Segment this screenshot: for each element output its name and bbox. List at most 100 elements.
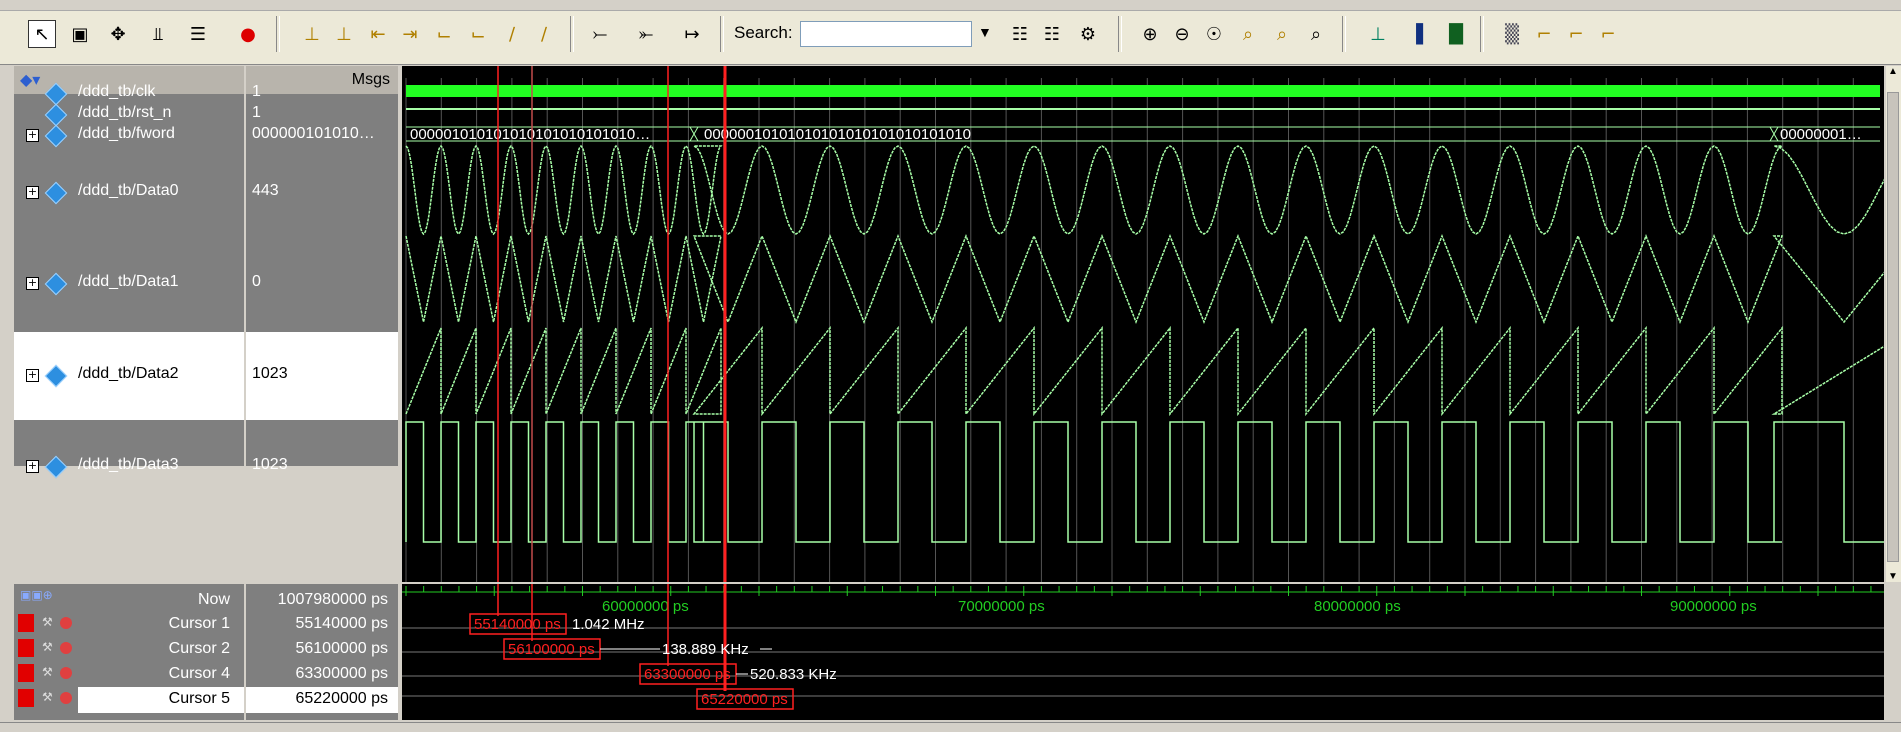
data1-wave <box>405 233 1884 325</box>
wave-format-icon[interactable]: ▒ <box>1498 20 1526 48</box>
wrench-icon[interactable]: ⚒ <box>42 640 53 654</box>
search-input[interactable] <box>800 21 972 47</box>
traffic-light-icon[interactable]: ● <box>234 20 262 48</box>
signal-row[interactable]: /ddd_tb/clk <box>14 82 244 106</box>
cursor-row[interactable]: ⚒ Cursor 2 <box>14 637 244 663</box>
find-last-icon[interactable]: ⌙ <box>464 20 492 48</box>
goto-icon[interactable]: ∕ <box>498 20 526 48</box>
search-dropdown-icon[interactable]: ▼ <box>978 24 992 40</box>
move-icon[interactable]: ✥ <box>104 20 132 48</box>
signal-row[interactable]: + /ddd_tb/Data3 <box>14 455 244 479</box>
bookmark-goto-icon[interactable]: ↦ <box>678 20 706 48</box>
cursor-row-active[interactable]: ⚒ Cursor 5 <box>14 687 244 713</box>
zoom-full-icon[interactable]: ⌕ <box>1302 20 1330 48</box>
wave-block-icon[interactable]: █ <box>1442 20 1470 48</box>
menu-strip <box>0 0 1901 11</box>
clk-wave <box>406 85 1880 97</box>
timeline-canvas[interactable]: 60000000 ps 70000000 ps 80000000 ps 9000000… <box>402 584 1884 720</box>
remove-cursor-icon[interactable] <box>60 617 72 629</box>
scroll-thumb[interactable] <box>1887 92 1899 562</box>
remove-cursor-icon[interactable] <box>60 692 72 704</box>
expand-icon[interactable]: + <box>26 186 39 199</box>
lock-icon[interactable] <box>18 614 34 632</box>
cursor-row[interactable]: ⚒ Cursor 1 <box>14 612 244 638</box>
waveform-canvas[interactable]: 000001010101010101010101010… 000000101010… <box>402 66 1884 582</box>
cursor-name: Cursor 2 <box>168 640 230 657</box>
cursor-row[interactable]: ⚒ Cursor 4 <box>14 662 244 688</box>
search-next-icon[interactable]: ☷ <box>1038 20 1066 48</box>
timeline-label: 60000000 ps <box>602 598 689 615</box>
data0-wave <box>405 144 1884 236</box>
search-label: Search: <box>734 23 793 42</box>
wave-analog-icon[interactable]: ⌐ <box>1530 20 1558 48</box>
goto-last-icon[interactable]: ∕ <box>530 20 558 48</box>
lock-icon[interactable] <box>18 664 34 682</box>
wave-bar-icon[interactable]: ▐ <box>1402 20 1430 48</box>
wave-line-icon[interactable]: ⊥ <box>1364 20 1392 48</box>
signal-row[interactable]: + /ddd_tb/Data1 <box>14 272 244 296</box>
cursor-marker-label: 55140000 ps <box>474 616 561 633</box>
expand-icon[interactable]: + <box>26 129 39 142</box>
expand-icon[interactable]: + <box>26 460 39 473</box>
wrench-icon[interactable]: ⚒ <box>42 665 53 679</box>
lock-icon[interactable] <box>18 689 34 707</box>
expand-icon[interactable]: + <box>26 369 39 382</box>
search-prev-icon[interactable]: ☷ <box>1006 20 1034 48</box>
cursor-timeline-pane[interactable]: 60000000 ps 70000000 ps 80000000 ps 9000000… <box>402 584 1884 720</box>
zoom-fit-icon[interactable]: ☉ <box>1200 20 1228 48</box>
signal-value: 1 <box>252 83 261 100</box>
delete-cursor-icon[interactable]: ⊥ <box>330 20 358 48</box>
signal-icon <box>44 272 68 296</box>
separator <box>276 16 280 52</box>
signal-name: /ddd_tb/rst_n <box>78 104 172 121</box>
now-value: 1007980000 ps <box>277 591 388 608</box>
search-options-icon[interactable]: ⚙ <box>1074 20 1102 48</box>
find-first-icon[interactable]: ⌙ <box>430 20 458 48</box>
waveform-pane[interactable]: 000001010101010101010101010… 000000101010… <box>402 66 1884 582</box>
prev-edge-icon[interactable]: ⇤ <box>364 20 392 48</box>
wave-step-icon[interactable]: ⌐ <box>1562 20 1590 48</box>
signal-value: 1023 <box>252 365 288 382</box>
cursor-marker-label: 65220000 ps <box>701 691 788 708</box>
now-label: Now <box>197 591 230 608</box>
signal-icon <box>44 103 68 127</box>
wave-ramp-icon[interactable]: ⌐ <box>1594 20 1622 48</box>
signal-icon <box>44 364 68 388</box>
zoom-area-icon[interactable]: ▣ <box>66 20 94 48</box>
lock-icon[interactable] <box>18 639 34 657</box>
bookmark-add-icon[interactable]: ⤚ <box>586 20 614 48</box>
wrench-icon[interactable]: ⚒ <box>42 615 53 629</box>
data3-wave <box>405 421 1884 543</box>
scroll-up-icon[interactable]: ▲ <box>1888 66 1898 77</box>
fword-value: 00000001… <box>1780 126 1862 143</box>
signal-row[interactable]: + /ddd_tb/fword <box>14 124 244 148</box>
divider-icon[interactable]: ☰ <box>184 20 212 48</box>
wrench-icon[interactable]: ⚒ <box>42 690 53 704</box>
cursor-delta: 138.889 KHz <box>662 641 749 658</box>
cursor-value: 63300000 ps <box>295 665 388 682</box>
cursor-value: 65220000 ps <box>295 690 388 707</box>
next-edge-icon[interactable]: ⇥ <box>396 20 424 48</box>
signal-icon <box>44 124 68 148</box>
remove-cursor-icon[interactable] <box>60 667 72 679</box>
signal-value: 1 <box>252 104 261 121</box>
zoom-in-icon[interactable]: ⊕ <box>1136 20 1164 48</box>
cursor-toolbar-icon[interactable]: ▣▣⊕ <box>20 588 53 602</box>
zoom-out-icon[interactable]: ⊖ <box>1168 20 1196 48</box>
split-icon[interactable]: ⫫ <box>144 20 172 48</box>
remove-cursor-icon[interactable] <box>60 642 72 654</box>
select-icon[interactable]: ↖ <box>28 20 56 48</box>
signal-row[interactable]: /ddd_tb/rst_n <box>14 103 244 127</box>
cursor-names-pane: ▣▣⊕ Now ⚒ Cursor 1 ⚒ Cursor 2 ⚒ Cursor 4… <box>14 584 244 720</box>
expand-icon[interactable]: + <box>26 277 39 290</box>
scroll-down-icon[interactable]: ▼ <box>1888 571 1898 582</box>
zoom-range-icon[interactable]: ⌕ <box>1268 20 1296 48</box>
signal-row-selected[interactable]: + /ddd_tb/Data2 <box>14 364 244 388</box>
bookmark-remove-icon[interactable]: ⤜ <box>632 20 660 48</box>
zoom-cursor-icon[interactable]: ⌕ <box>1234 20 1262 48</box>
cursor-name: Cursor 1 <box>168 615 230 632</box>
cursor-delta: 1.042 MHz <box>572 616 645 633</box>
signal-row[interactable]: + /ddd_tb/Data0 <box>14 181 244 205</box>
vertical-scrollbar[interactable]: ▲ ▼ <box>1886 66 1901 582</box>
insert-cursor-icon[interactable]: ⊥ <box>298 20 326 48</box>
